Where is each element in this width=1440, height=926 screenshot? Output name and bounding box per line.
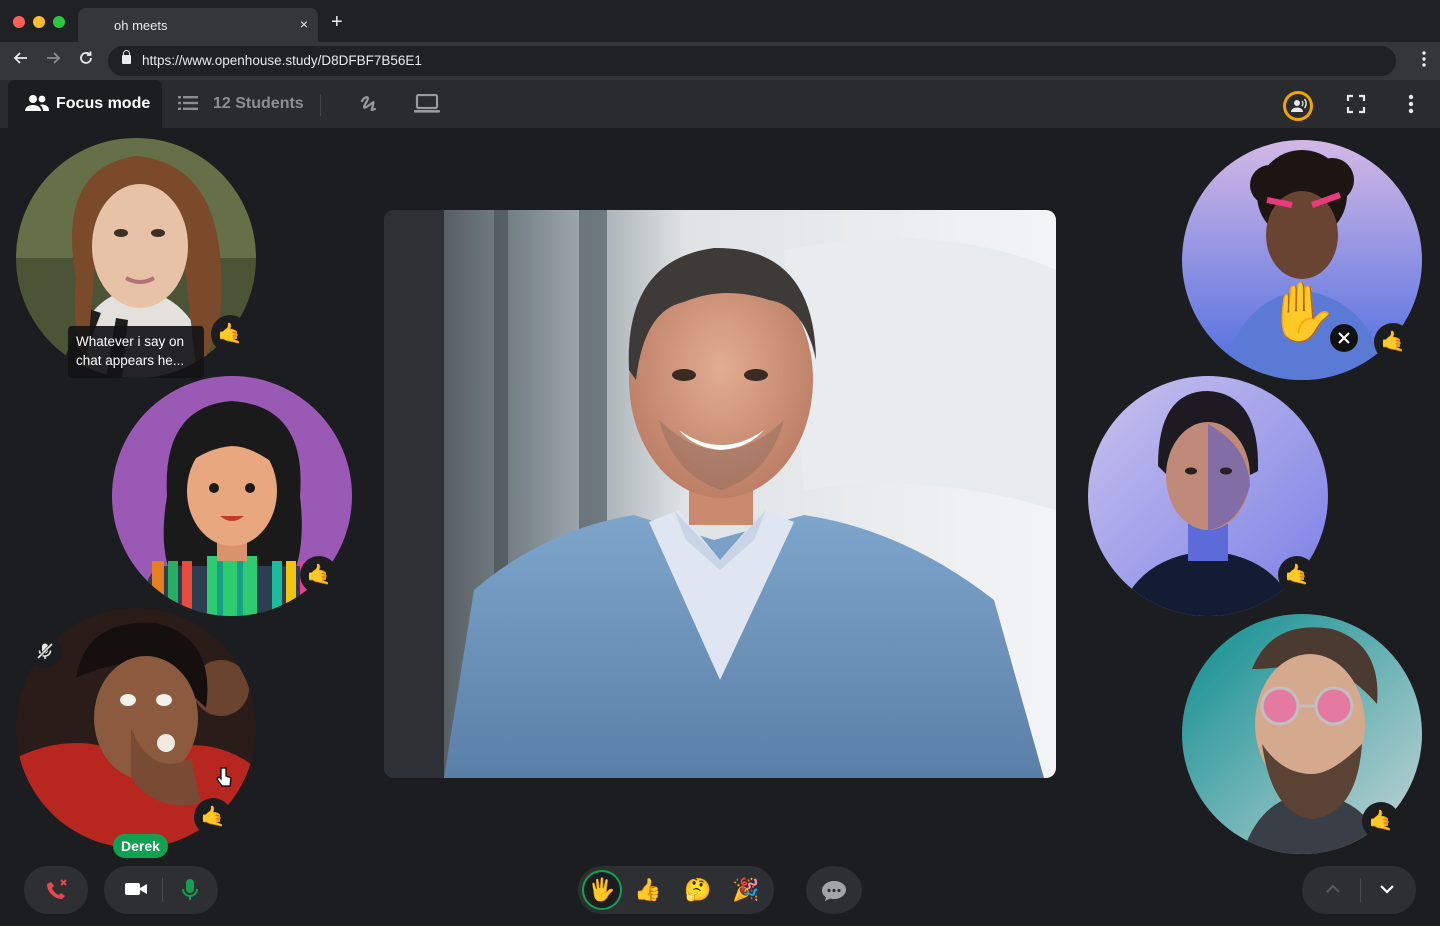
raise-hand-button[interactable]: 🖐️ — [582, 870, 622, 910]
microphone-icon[interactable] — [180, 878, 200, 902]
window-close-button[interactable] — [13, 16, 25, 28]
students-count-label: 12 Students — [213, 95, 304, 112]
media-controls — [104, 866, 218, 914]
browser-menu-icon[interactable] — [1422, 51, 1426, 71]
raised-hand-icon: ✋ — [1266, 280, 1339, 345]
end-call-button[interactable] — [24, 866, 88, 914]
tab-focus-mode[interactable]: Focus mode — [8, 80, 162, 128]
party-popper-button[interactable]: 🎉 — [726, 870, 766, 910]
whiteboard-scribble-icon[interactable] — [358, 93, 380, 120]
app-toolbar: Focus mode 12 Students — [0, 80, 1440, 128]
call-me-hand-icon: 🤙 — [211, 315, 249, 353]
phone-hangup-icon — [44, 878, 70, 902]
control-divider — [162, 878, 163, 902]
address-bar[interactable]: https://www.openhouse.study/D8DFBF7B56E1 — [108, 46, 1396, 76]
participant-name-tag: Derek — [113, 834, 168, 858]
browser-tab[interactable]: oh meets × — [78, 8, 318, 42]
call-me-hand-icon: 🤙 — [1374, 323, 1412, 361]
call-me-hand-icon: 🤙 — [194, 798, 232, 836]
call-me-hand-icon: 🤙 — [1362, 802, 1400, 840]
back-arrow-icon[interactable] — [13, 50, 29, 69]
mic-muted-icon — [28, 634, 62, 668]
thinking-face-button[interactable]: 🤔 — [678, 870, 718, 910]
browser-tab-title: oh meets — [114, 18, 168, 33]
fullscreen-icon[interactable] — [1346, 94, 1366, 119]
reactions-bar: 🖐️ 👍 🤔 🎉 — [578, 866, 774, 914]
tab-close-icon[interactable]: × — [300, 16, 308, 32]
timer-ring-icon[interactable] — [1282, 90, 1314, 127]
pagination-controls — [1302, 866, 1416, 914]
browser-toolbar: https://www.openhouse.study/D8DFBF7B56E1 — [0, 42, 1440, 80]
teacher-video-image — [384, 210, 1056, 778]
call-me-hand-icon: 🤙 — [300, 556, 338, 594]
chevron-up-icon[interactable] — [1326, 884, 1340, 893]
people-icon — [25, 94, 49, 117]
window-maximize-button[interactable] — [53, 16, 65, 28]
chat-message-bubble: Whatever i say on chat appears he... — [68, 326, 204, 378]
list-icon — [178, 96, 198, 115]
new-tab-button[interactable]: + — [331, 12, 343, 32]
reload-icon[interactable] — [78, 50, 94, 69]
lower-hand-close-icon[interactable] — [1330, 324, 1358, 352]
control-divider — [1360, 878, 1361, 902]
video-camera-icon[interactable] — [124, 880, 148, 898]
toolbar-divider — [320, 94, 321, 116]
focus-mode-label: Focus mode — [56, 95, 151, 112]
window-minimize-button[interactable] — [33, 16, 45, 28]
hand-cursor-icon — [216, 766, 232, 793]
url-text: https://www.openhouse.study/D8DFBF7B56E1 — [142, 53, 422, 68]
call-me-hand-icon: 🤙 — [1278, 556, 1316, 594]
chat-bubble-icon — [821, 880, 847, 902]
lock-icon — [122, 50, 131, 64]
more-options-icon[interactable] — [1408, 94, 1414, 119]
chat-button[interactable] — [806, 866, 862, 914]
browser-tab-strip: oh meets × + — [0, 0, 1440, 42]
chat-message-text: Whatever i say on chat appears he... — [76, 334, 185, 368]
thumbs-up-button[interactable]: 👍 — [628, 870, 668, 910]
main-video-tile[interactable] — [384, 210, 1056, 778]
screen-share-icon[interactable] — [414, 93, 440, 119]
forward-arrow-icon[interactable] — [45, 50, 61, 69]
chevron-down-icon[interactable] — [1380, 885, 1394, 894]
